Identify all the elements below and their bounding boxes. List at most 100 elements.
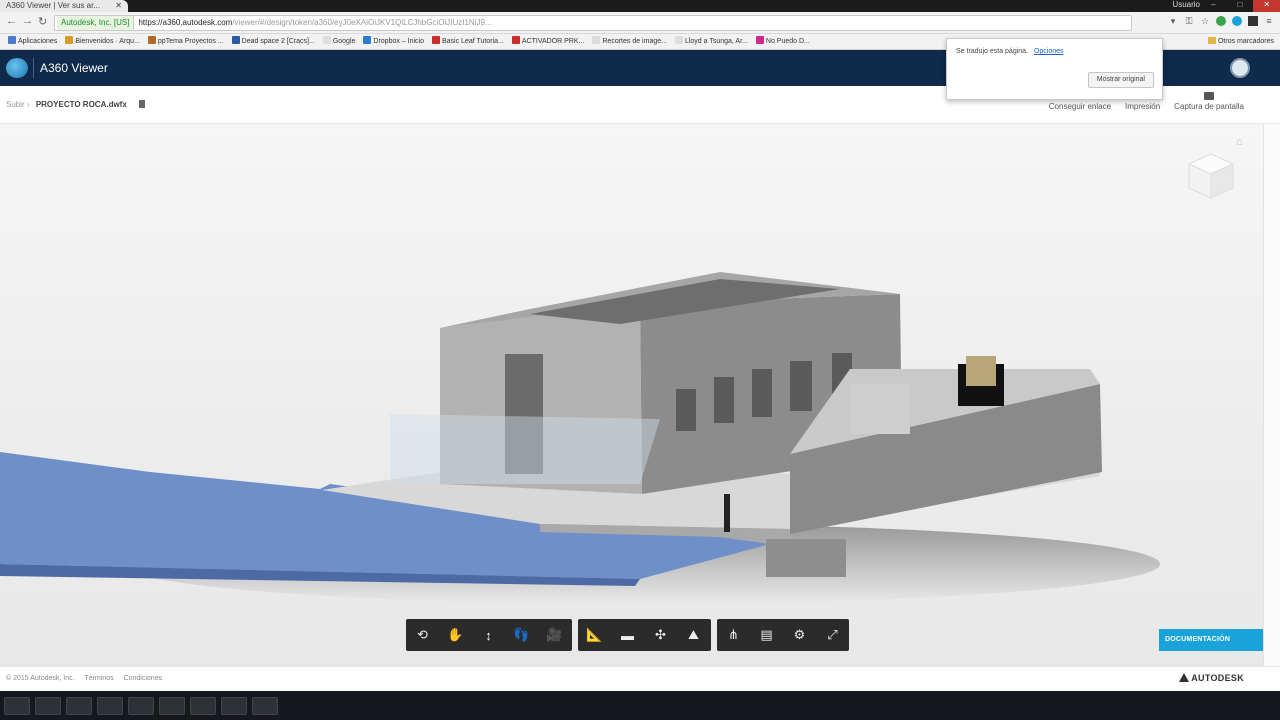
measure-icon[interactable]: 📐 xyxy=(578,619,611,651)
back-icon[interactable]: ← xyxy=(6,15,17,27)
bookmark-favicon-icon xyxy=(231,36,240,44)
autodesk-logo-icon xyxy=(1179,673,1190,682)
extension-icon[interactable] xyxy=(1216,16,1226,26)
taskbar-app[interactable] xyxy=(66,696,92,715)
forward-icon[interactable]: → xyxy=(22,15,33,27)
bookmark-item[interactable]: Basic Leaf Tutoria... xyxy=(432,34,504,49)
taskbar-app[interactable] xyxy=(252,696,278,715)
key-icon[interactable]: ⚿ xyxy=(1184,16,1194,26)
bookmark-item[interactable]: Dead space 2 [Cracs]... xyxy=(231,34,315,49)
close-tab-icon[interactable]: ✕ xyxy=(115,0,122,12)
fullscreen-icon[interactable]: ⤢ xyxy=(816,619,849,651)
settings-icon[interactable]: ⚙ xyxy=(783,619,816,651)
close-window-button[interactable]: ✕ xyxy=(1253,0,1280,12)
address-bar[interactable]: Autodesk, Inc. [US] https://a360.autodesk… xyxy=(54,15,1132,31)
menu-icon[interactable]: ≡ xyxy=(1264,16,1274,26)
bookmark-item[interactable]: ppTema Proyectos ... xyxy=(147,34,224,49)
cast-icon[interactable] xyxy=(1248,16,1258,26)
bookmark-item[interactable]: No Puedo D... xyxy=(755,34,810,49)
level-icon[interactable]: ⛰ xyxy=(677,619,710,651)
reload-icon[interactable]: ↻ xyxy=(38,15,47,28)
first-person-icon[interactable]: 👣 xyxy=(505,619,538,651)
start-button[interactable] xyxy=(4,696,30,715)
bookmark-item[interactable]: Recortes de image... xyxy=(592,34,667,49)
taskbar-app[interactable] xyxy=(97,696,123,715)
user-avatar-icon[interactable] xyxy=(1230,58,1250,78)
modeling-tools: 📐 ▬ ✣ ⛰ xyxy=(578,619,711,651)
breadcrumb-root[interactable]: Subir xyxy=(6,100,25,109)
breadcrumb-separator: › xyxy=(26,100,32,109)
security-badge[interactable]: Autodesk, Inc. [US] xyxy=(57,16,135,30)
taskbar-app[interactable] xyxy=(35,696,61,715)
camera-icon xyxy=(1204,92,1215,100)
bookmark-favicon-icon xyxy=(755,36,764,44)
url-host: https://a360.autodesk.com xyxy=(138,18,233,27)
taskbar-app[interactable] xyxy=(190,696,216,715)
documentation-button[interactable]: DOCUMENTACIÓN xyxy=(1159,629,1263,651)
taskbar-app[interactable] xyxy=(221,696,247,715)
minimize-button[interactable]: – xyxy=(1200,0,1227,12)
bookmark-favicon-icon xyxy=(65,36,74,44)
bookmark-favicon-icon xyxy=(147,36,156,44)
divider xyxy=(33,58,34,78)
trash-icon[interactable] xyxy=(139,100,146,108)
bookmark-favicon-icon xyxy=(8,36,16,44)
bookmark-favicon-icon xyxy=(363,36,372,44)
translate-options-link[interactable]: Opciones xyxy=(1034,48,1064,55)
bookmark-item[interactable]: Lloyd a Tsunga, Ar... xyxy=(674,34,748,49)
scrollbar[interactable] xyxy=(1263,124,1280,666)
bookmark-item[interactable]: ACTIVADOR PRK... xyxy=(511,34,584,49)
3d-viewport[interactable]: ⌂ xyxy=(0,124,1263,666)
bookmark-item[interactable]: Aplicaciones xyxy=(8,34,57,49)
explode-icon[interactable]: ✣ xyxy=(644,619,677,651)
footer-links: © 2015 Autodesk, Inc. Términos Condicion… xyxy=(6,675,170,682)
browser-tabstrip: A360 Viewer | Ver sus ar... ✕ Usuario – … xyxy=(0,0,1280,12)
bookmark-favicon-icon xyxy=(674,36,683,44)
bookmark-item[interactable]: Google xyxy=(322,34,355,49)
bookmark-favicon-icon xyxy=(432,36,440,44)
app-title: A360 Viewer xyxy=(40,61,108,75)
footer-link-terms[interactable]: Términos xyxy=(84,675,113,682)
translate-popup: Se tradujo esta página. Opciones Mostrar… xyxy=(946,38,1163,100)
taskbar-app[interactable] xyxy=(159,696,185,715)
footer: © 2015 Autodesk, Inc. Términos Condicion… xyxy=(0,666,1280,691)
bookmark-item[interactable]: Bienvenidos · Arqu... xyxy=(65,34,140,49)
breadcrumb: Subir › PROYECTO ROCA.dwfx xyxy=(6,100,146,109)
bookmark-favicon-icon xyxy=(322,36,331,44)
extension-icons: ▾ ⚿ ☆ ≡ xyxy=(1168,16,1274,26)
autodesk-logo: AUTODESK xyxy=(1179,673,1244,683)
building-model[interactable] xyxy=(0,124,1263,666)
model-tree-icon[interactable]: ⋔ xyxy=(717,619,750,651)
taskbar-app[interactable] xyxy=(128,696,154,715)
other-bookmarks[interactable]: Otros marcadores xyxy=(1203,34,1274,49)
section-icon[interactable]: ▬ xyxy=(611,619,644,651)
a360-logo-icon[interactable] xyxy=(6,58,28,78)
zoom-icon[interactable]: ↕ xyxy=(472,619,505,651)
properties-icon[interactable]: ▤ xyxy=(750,619,783,651)
browser-tab[interactable]: A360 Viewer | Ver sus ar... ✕ xyxy=(0,0,128,12)
window-controls: – □ ✕ xyxy=(1200,0,1280,12)
orbit-icon[interactable]: ⟲ xyxy=(406,619,439,651)
file-name: PROYECTO ROCA.dwfx xyxy=(35,100,127,109)
bookmark-favicon-icon xyxy=(592,36,601,44)
home-icon[interactable]: ⌂ xyxy=(1236,136,1243,148)
settings-tools: ⋔ ▤ ⚙ ⤢ xyxy=(717,619,849,651)
url-path: /viewer/#/design/token/a360/eyJ0eXAiOiJK… xyxy=(232,18,492,27)
translate-message: Se tradujo esta página. Opciones xyxy=(956,48,1064,55)
filter-icon[interactable]: ▾ xyxy=(1168,16,1178,26)
skype-icon[interactable] xyxy=(1232,16,1242,26)
os-taskbar xyxy=(0,691,1280,720)
star-icon[interactable]: ☆ xyxy=(1200,16,1210,26)
show-original-button[interactable]: Mostrar original xyxy=(1087,72,1154,88)
bookmark-favicon-icon xyxy=(511,36,520,44)
navigation-tools: ⟲ ✋ ↕ 👣 🎥 xyxy=(406,619,572,651)
pan-icon[interactable]: ✋ xyxy=(439,619,472,651)
bookmark-item[interactable]: Dropbox – Inicio xyxy=(363,34,424,49)
footer-link-conditions[interactable]: Condiciones xyxy=(124,675,163,682)
maximize-button[interactable]: □ xyxy=(1227,0,1254,12)
browser-toolbar: ← → ↻ Autodesk, Inc. [US] https://a360.au… xyxy=(0,12,1280,34)
viewcube-icon[interactable] xyxy=(1187,152,1235,202)
screenshot-button[interactable]: Captura de pantalla xyxy=(1174,92,1244,111)
profile-name[interactable]: Usuario xyxy=(1172,0,1200,10)
camera-icon[interactable]: 🎥 xyxy=(538,619,571,651)
